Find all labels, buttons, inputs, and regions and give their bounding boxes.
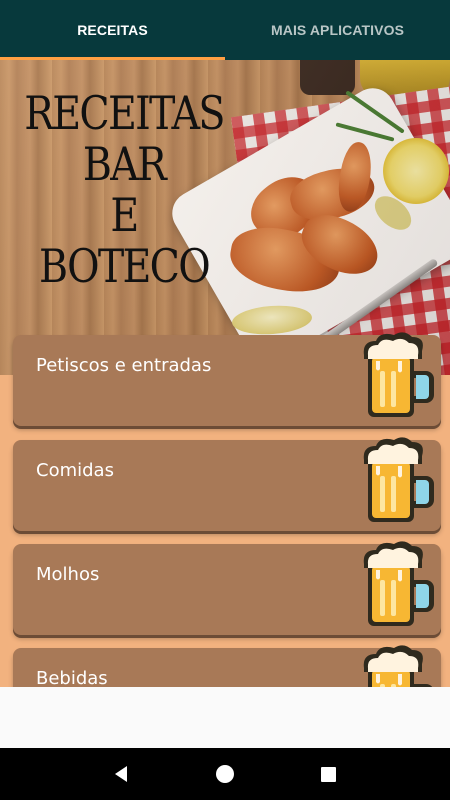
back-icon bbox=[114, 766, 127, 782]
home-icon bbox=[215, 765, 234, 783]
tab-mais-aplicativos[interactable]: MAIS APLICATIVOS bbox=[225, 0, 450, 60]
beer-mug-icon bbox=[363, 541, 434, 626]
ad-space bbox=[0, 687, 450, 748]
recents-button[interactable] bbox=[313, 759, 343, 789]
beer-mug-icon bbox=[363, 437, 434, 522]
category-label: Molhos bbox=[36, 564, 100, 585]
hero-title-line: BOTECO bbox=[39, 239, 211, 293]
tab-bar: RECEITAS MAIS APLICATIVOS bbox=[0, 0, 450, 60]
back-button[interactable] bbox=[107, 759, 137, 789]
hero-title-line: RECEITAS bbox=[24, 86, 225, 140]
hero-title-line: E bbox=[110, 188, 139, 242]
category-label: Bebidas bbox=[36, 668, 108, 689]
hero-title-line: BAR bbox=[82, 137, 167, 191]
system-navigation-bar bbox=[0, 748, 450, 800]
home-button[interactable] bbox=[210, 759, 240, 789]
category-card-comidas[interactable]: Comidas bbox=[13, 437, 441, 531]
beer-mug-icon bbox=[363, 332, 434, 417]
recents-icon bbox=[320, 766, 336, 782]
category-label: Petiscos e entradas bbox=[36, 355, 212, 376]
category-label: Comidas bbox=[36, 460, 114, 481]
tab-receitas[interactable]: RECEITAS bbox=[0, 0, 225, 60]
hero-title: RECEITAS BAR E BOTECO bbox=[17, 88, 230, 292]
hero-image: RECEITAS BAR E BOTECO bbox=[0, 60, 450, 375]
category-card-molhos[interactable]: Molhos bbox=[13, 541, 441, 635]
category-card-petiscos[interactable]: Petiscos e entradas bbox=[13, 332, 441, 426]
